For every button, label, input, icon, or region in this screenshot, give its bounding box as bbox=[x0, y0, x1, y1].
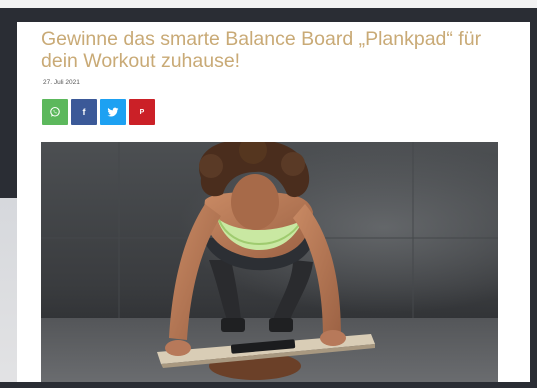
window-frame-right bbox=[530, 8, 537, 388]
pinterest-icon: P bbox=[139, 108, 145, 116]
facebook-icon: f bbox=[82, 107, 86, 117]
whatsapp-icon bbox=[49, 106, 61, 118]
article-date: 27. Juli 2021 bbox=[43, 79, 80, 86]
background-panel bbox=[0, 198, 17, 388]
window-frame-top bbox=[0, 0, 537, 22]
article-page: Gewinne das smarte Balance Board „Plankp… bbox=[17, 22, 530, 382]
hero-image bbox=[41, 142, 498, 382]
share-buttons: f P bbox=[42, 99, 155, 125]
article-title: Gewinne das smarte Balance Board „Plankp… bbox=[41, 28, 482, 72]
share-facebook-button[interactable]: f bbox=[71, 99, 97, 125]
share-twitter-button[interactable] bbox=[100, 99, 126, 125]
window-frame-bottom bbox=[0, 382, 537, 388]
share-whatsapp-button[interactable] bbox=[42, 99, 68, 125]
share-pinterest-button[interactable]: P bbox=[129, 99, 155, 125]
twitter-icon bbox=[107, 107, 119, 118]
